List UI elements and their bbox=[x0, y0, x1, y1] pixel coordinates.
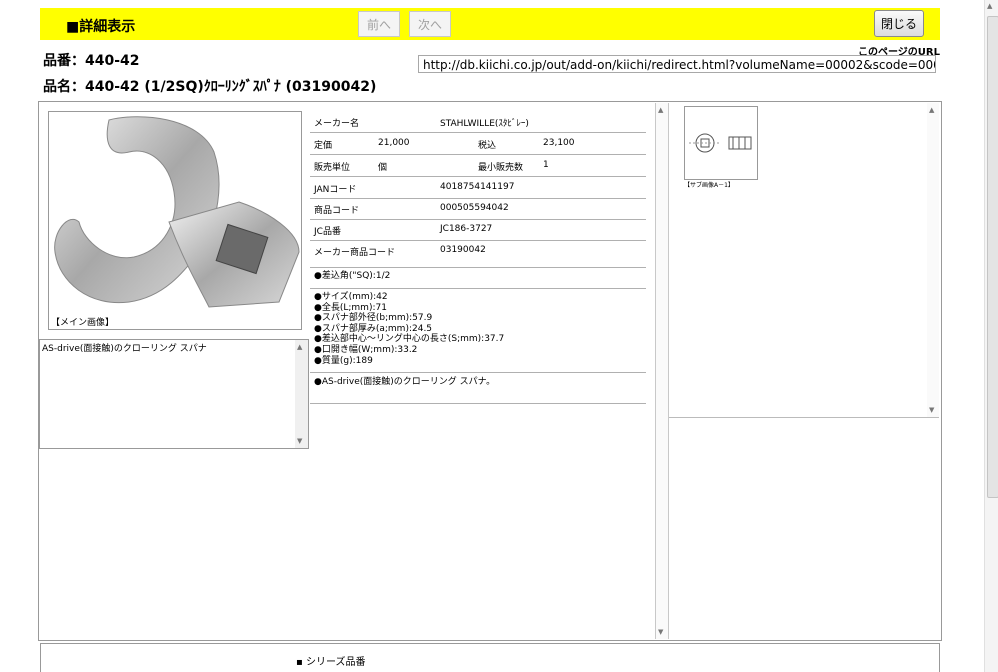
spec-row-unit: 販売単位 個 最小販売数 1 bbox=[310, 155, 646, 177]
page-title: ■詳細表示 bbox=[66, 19, 136, 35]
scroll-up-icon[interactable]: ▲ bbox=[658, 106, 663, 114]
product-number: 品番：440-42 bbox=[43, 53, 140, 69]
spec-value: 4018754141197 bbox=[440, 182, 515, 192]
spec-label: メーカー商品コード bbox=[314, 248, 396, 258]
sub-image-scrollbar[interactable]: ▲ ▼ bbox=[927, 103, 939, 417]
description-box: AS-drive(面接触)のクローリング スパナ ▲ ▼ bbox=[39, 339, 309, 449]
spec-value: JC186-3727 bbox=[440, 224, 493, 234]
wrench-image bbox=[54, 116, 300, 308]
spec-value: 000505594042 bbox=[440, 203, 509, 213]
spec-label: JANコード bbox=[314, 185, 357, 195]
spec-label: 税込 bbox=[478, 141, 497, 151]
spec-row-maker: メーカー名 STAHLWILLE(ｽﾀﾋﾞﾚｰ) bbox=[310, 111, 646, 133]
main-image-caption: 【メイン画像】 bbox=[51, 318, 115, 328]
wrench-diagram-image bbox=[689, 133, 752, 153]
bullet-item: ●全長(L;mm):71 bbox=[314, 302, 387, 313]
spec-value: 21,000 bbox=[378, 138, 410, 148]
scroll-up-icon[interactable]: ▲ bbox=[987, 2, 992, 10]
bullet-group-dimensions: ●サイズ(mm):42 ●全長(L;mm):71 ●スパナ部外径(b;mm):5… bbox=[310, 292, 646, 373]
close-button[interactable]: 閉じる bbox=[874, 10, 924, 37]
center-scrollbar[interactable]: ▲ ▼ bbox=[656, 103, 668, 639]
series-label: シリーズ品番 bbox=[305, 657, 366, 668]
spec-row-jc: JC品番 JC186-3727 bbox=[310, 219, 646, 241]
spec-label: JC品番 bbox=[314, 227, 341, 237]
scroll-down-icon[interactable]: ▼ bbox=[929, 406, 934, 414]
bullet-item: ●スパナ部厚み(a;mm):24.5 bbox=[314, 323, 433, 334]
bullet-item: ●スパナ部外径(b;mm):57.9 bbox=[314, 313, 433, 324]
description-scrollbar[interactable]: ▲ ▼ bbox=[295, 340, 308, 448]
scroll-down-icon[interactable]: ▼ bbox=[658, 628, 663, 636]
header-bar: ■詳細表示 前へ 次へ 閉じる bbox=[40, 8, 940, 40]
scrollbar-thumb[interactable] bbox=[987, 16, 998, 498]
spec-label: 販売単位 bbox=[314, 163, 351, 173]
sub-image-thumbnail[interactable] bbox=[684, 106, 758, 180]
page-url-field[interactable]: http://db.kiichi.co.jp/out/add-on/kiichi… bbox=[418, 55, 936, 73]
prev-button[interactable]: 前へ bbox=[358, 11, 400, 37]
bullet-group-feature: ●AS-drive(面接触)のクローリング スパナ。 bbox=[310, 377, 646, 404]
scroll-up-icon[interactable]: ▲ bbox=[297, 343, 302, 351]
bullet-item: ●サイズ(mm):42 bbox=[314, 292, 388, 302]
bullet-item: ●AS-drive(面接触)のクローリング スパナ。 bbox=[314, 377, 496, 387]
bullet-group-drive: ●差込角("SQ):1/2 bbox=[310, 271, 646, 289]
bullet-item: ●質量(g):189 bbox=[314, 355, 373, 366]
spec-row-makercode: メーカー商品コード 03190042 bbox=[310, 240, 646, 268]
spec-value: 個 bbox=[378, 163, 388, 173]
spec-row-price: 定価 21,000 税込 23,100 bbox=[310, 133, 646, 155]
scroll-down-icon[interactable]: ▼ bbox=[297, 437, 302, 445]
spec-value: 03190042 bbox=[440, 245, 486, 255]
series-section bbox=[40, 643, 940, 672]
series-heading: ▪ シリーズ品番 bbox=[296, 657, 366, 668]
main-image: 【メイン画像】 bbox=[48, 111, 302, 330]
spec-label: 最小販売数 bbox=[478, 163, 524, 173]
spec-row-jan: JANコード 4018754141197 bbox=[310, 177, 646, 199]
next-button[interactable]: 次へ bbox=[409, 11, 451, 37]
spec-label: 商品コード bbox=[314, 206, 360, 216]
spec-value: 1 bbox=[543, 160, 549, 170]
spec-value: 23,100 bbox=[543, 138, 575, 148]
sub-image-caption: 【サブ画像A－1】 bbox=[684, 182, 734, 189]
spec-value: STAHLWILLE(ｽﾀﾋﾞﾚｰ) bbox=[440, 119, 529, 129]
spec-row-code: 商品コード 000505594042 bbox=[310, 198, 646, 220]
spec-label: メーカー名 bbox=[314, 119, 360, 129]
description-text: AS-drive(面接触)のクローリング スパナ bbox=[42, 344, 207, 354]
product-name: 品名：440-42 (1/2SQ)ｸﾛｰﾘﾝｸﾞｽﾊﾟﾅ (03190042) bbox=[43, 79, 377, 95]
bullet-item: ●差込角("SQ):1/2 bbox=[314, 271, 391, 281]
scroll-up-icon[interactable]: ▲ bbox=[929, 106, 934, 114]
bullet-item: ●差込部中心～リング中心の長さ(S;mm):37.7 bbox=[314, 334, 505, 345]
window-scrollbar[interactable]: ▲ bbox=[984, 0, 998, 672]
bullet-item: ●口開き幅(W;mm):33.2 bbox=[314, 344, 418, 355]
spec-label: 定価 bbox=[314, 141, 333, 151]
